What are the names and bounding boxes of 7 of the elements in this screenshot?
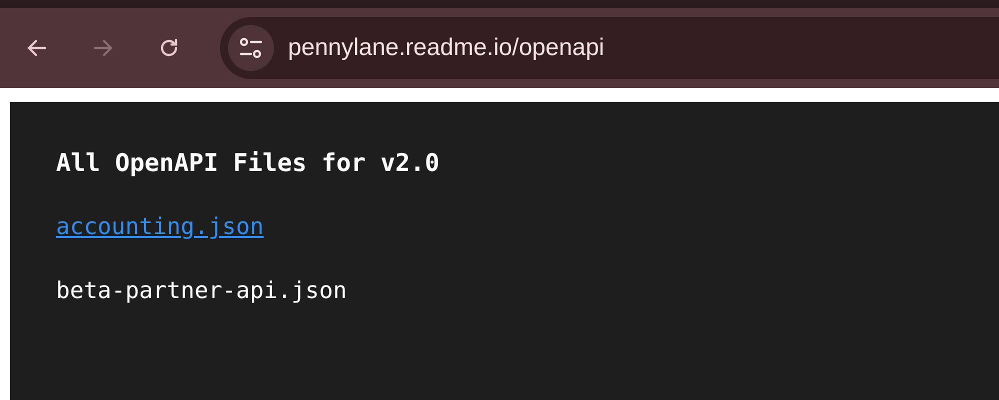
site-settings-button[interactable] [228, 25, 274, 71]
url-text: pennylane.readme.io/openapi [288, 34, 604, 62]
page-heading: All OpenAPI Files for v2.0 [56, 147, 441, 179]
file-name: beta-partner-api.json [56, 278, 347, 304]
file-link[interactable]: accounting.json [56, 214, 264, 240]
sliders-icon [239, 37, 263, 59]
address-bar[interactable]: pennylane.readme.io/openapi [220, 17, 999, 79]
